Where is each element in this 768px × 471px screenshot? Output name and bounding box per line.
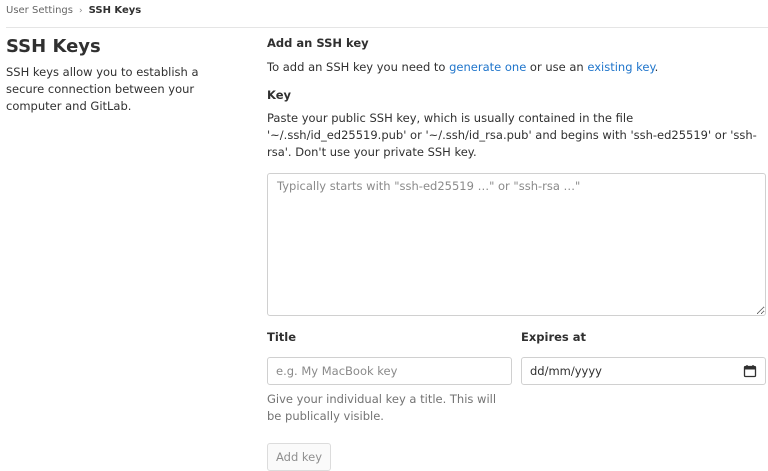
expires-date-input[interactable]: dd/mm/yyyy [521,357,766,385]
title-field-group: Title Give your individual key a title. … [267,329,512,425]
intro-text-middle: or use an [526,60,588,74]
chevron-right-icon: › [79,6,83,16]
intro-text-suffix: . [654,60,659,74]
divider [6,27,768,28]
expires-label: Expires at [521,330,587,344]
key-label: Key [267,88,292,102]
calendar-icon[interactable] [743,364,757,378]
page-title: SSH Keys [6,36,101,57]
key-help-text: Paste your public SSH key, which is usua… [267,111,757,159]
settings-sidebar-info: SSH Keys SSH keys allow you to establish… [6,36,236,115]
breadcrumb: User Settings › SSH Keys [6,4,141,18]
form-intro: To add an SSH key you need to generate o… [267,59,766,75]
expires-date-value: dd/mm/yyyy [530,364,602,378]
intro-text: To add an SSH key you need to [267,60,450,74]
title-help-text: Give your individual key a title. This w… [267,392,497,423]
key-textarea[interactable] [267,173,766,316]
breadcrumb-current: SSH Keys [88,5,142,16]
breadcrumb-link-user-settings[interactable]: User Settings [6,4,73,18]
title-input[interactable] [267,357,512,385]
add-key-button[interactable]: Add key [267,443,332,471]
expires-field-group: Expires at dd/mm/yyyy [521,329,766,425]
existing-key-link[interactable]: existing key [587,60,654,74]
page-description: SSH keys allow you to establish a secure… [6,65,199,113]
form-heading: Add an SSH key [267,36,369,50]
title-label: Title [267,330,297,344]
generate-one-link[interactable]: generate one [449,60,526,74]
add-ssh-key-form: Add an SSH key To add an SSH key you nee… [267,35,766,471]
